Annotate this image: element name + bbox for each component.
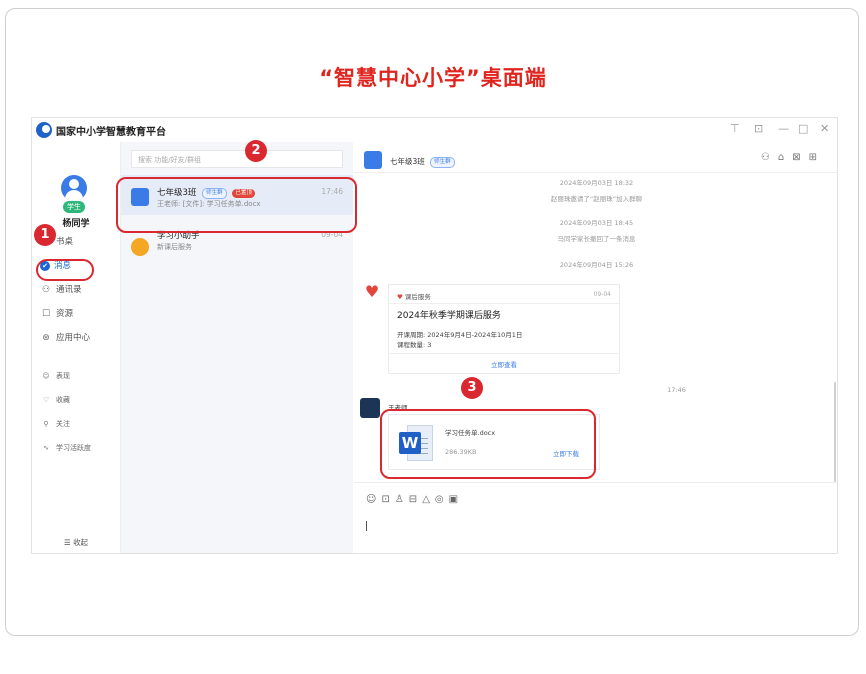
- chat-header-actions: ⚇⌂⊠⊞: [761, 152, 825, 163]
- service-avatar-icon[interactable]: ♥: [362, 282, 382, 302]
- card-source-time: 09-04: [593, 291, 611, 298]
- system-message: 2024年09月04日 15:26: [559, 261, 634, 269]
- nav-sub-favorites[interactable]: ♡ 收藏: [40, 392, 116, 408]
- collapse-icon: ☰: [63, 538, 71, 547]
- card-course-count: 课程数量: 3: [397, 341, 432, 349]
- graduation-cap-icon: [131, 238, 149, 256]
- system-message: 马同学家长撤回了一条消息: [557, 235, 636, 243]
- chat-panel: 七年级3班 师生群 ⚇⌂⊠⊞ 2024年09月03日 18:32 赵丽珠邀请了“…: [354, 142, 837, 553]
- follow-icon: ⚲: [43, 420, 49, 428]
- highlight-file: [380, 409, 596, 479]
- conversation-preview: 新课后服务: [157, 243, 192, 251]
- system-message: 2024年09月03日 18:32: [559, 179, 634, 187]
- pin-icon[interactable]: ⊤: [730, 122, 740, 135]
- service-card[interactable]: ♥ 课后服务 09-04 2024年秋季学期课后服务 开课周期: 2024年9月…: [388, 284, 620, 374]
- step-marker-2: 2: [245, 140, 267, 162]
- divider: [389, 353, 619, 354]
- bell-icon[interactable]: △: [422, 494, 435, 505]
- service-heart-icon: ♥: [397, 293, 403, 301]
- nav-item-contacts[interactable]: ⚇ 通讯录: [40, 281, 112, 299]
- step-marker-1: 1: [34, 224, 56, 246]
- settings-icon[interactable]: ⊞: [809, 152, 825, 163]
- role-badge: 学生: [63, 201, 85, 213]
- card-period: 开课周期: 2024年9月4日-2024年10月1日: [397, 331, 523, 339]
- maximize-button[interactable]: □: [798, 122, 808, 135]
- file-icon[interactable]: ⊡: [381, 494, 394, 505]
- composer-divider: [354, 482, 837, 483]
- avatar[interactable]: [61, 175, 87, 201]
- page-headline: “智慧中心小学”桌面端: [319, 66, 547, 90]
- chart-icon[interactable]: ⊠: [792, 152, 808, 163]
- close-button[interactable]: ✕: [820, 122, 829, 135]
- emoji-icon[interactable]: ☺: [366, 494, 381, 505]
- teacher-avatar[interactable]: [360, 398, 380, 418]
- app-title: 国家中小学智慧教育平台: [56, 127, 166, 138]
- divider: [389, 303, 619, 304]
- card-title: 2024年秋季学期课后服务: [397, 311, 501, 321]
- system-message: 2024年09月03日 18:45: [559, 219, 634, 227]
- collapse-button[interactable]: ☰ 收起: [32, 537, 120, 548]
- left-nav: 学生 杨同学 书桌 ✔ 消息 ⚇ 通讯录 ☐ 资源 ⊛ 应用中心 ☺ 表现 ♡ 收藏 ⚲ 关注…: [32, 142, 121, 553]
- system-message: 赵丽珠邀请了“赵丽珠”加入群聊: [550, 195, 643, 203]
- restore-icon[interactable]: ⊡: [754, 122, 763, 135]
- nav-item-resources[interactable]: ☐ 资源: [40, 305, 112, 323]
- home-icon[interactable]: ⌂: [778, 152, 792, 163]
- highlight-conversation: [116, 177, 357, 233]
- card-source: 课后服务: [404, 293, 431, 301]
- message-time: 17:46: [667, 386, 686, 394]
- search-input[interactable]: 搜索 功能/好友/群组: [131, 150, 343, 168]
- nav-sub-follow[interactable]: ⚲ 关注: [40, 416, 116, 432]
- chat-header: 七年级3班 师生群 ⚇⌂⊠⊞: [354, 142, 837, 173]
- heart-icon: ♡: [42, 396, 50, 404]
- message-input[interactable]: [366, 521, 367, 531]
- activity-icon: ∿: [43, 444, 49, 452]
- note-icon[interactable]: ⊟: [409, 494, 422, 505]
- minimize-button[interactable]: —: [778, 122, 789, 135]
- highlight-messages: [36, 259, 94, 281]
- resource-icon: ☐: [41, 309, 51, 319]
- chat-group-name: 七年级3班: [390, 157, 425, 166]
- platform-logo-icon: [36, 122, 52, 138]
- smile-icon: ☺: [42, 372, 50, 380]
- app-center-icon: ⊛: [42, 333, 50, 343]
- group-type-tag: 师生群: [430, 157, 455, 168]
- title-bar: 国家中小学智慧教育平台 ⊤ ⊡ — □ ✕: [32, 118, 837, 142]
- composer-toolbar: ☺⊡♙⊟△◎▣: [366, 494, 463, 505]
- step-marker-3: 3: [461, 377, 483, 399]
- like-icon[interactable]: ♙: [395, 494, 409, 505]
- calendar-icon[interactable]: ▣: [449, 494, 463, 505]
- chat-scrollbar[interactable]: [834, 382, 836, 482]
- screenshot-icon[interactable]: ◎: [435, 494, 449, 505]
- nav-item-app-center[interactable]: ⊛ 应用中心: [40, 329, 112, 347]
- view-now-link[interactable]: 立即查看: [389, 359, 619, 369]
- contacts-icon: ⚇: [41, 285, 51, 295]
- group-icon: [364, 151, 382, 169]
- members-icon[interactable]: ⚇: [761, 152, 778, 163]
- nav-sub-activity[interactable]: ∿ 学习活跃度: [40, 440, 116, 456]
- nav-sub-performance[interactable]: ☺ 表现: [40, 368, 116, 384]
